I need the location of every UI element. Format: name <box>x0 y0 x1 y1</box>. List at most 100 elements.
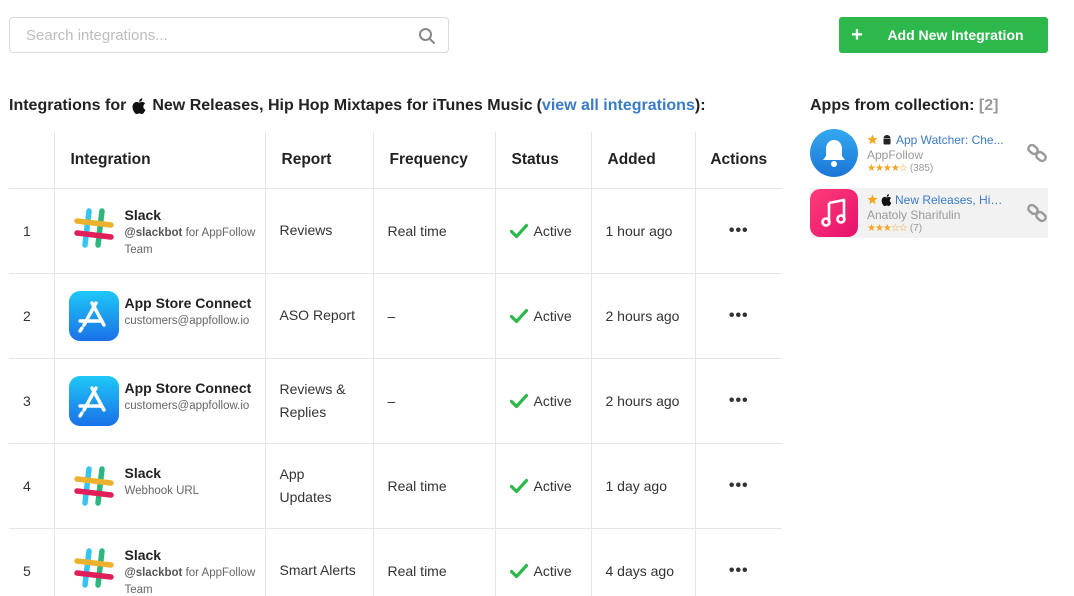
section-title-prefix: Integrations for <box>9 97 127 114</box>
link-icon[interactable] <box>1026 202 1048 224</box>
status-text: Active <box>533 562 572 579</box>
actions-menu-button[interactable]: ••• <box>694 273 782 359</box>
report-text: App Updates <box>279 465 332 505</box>
integration-subtitle: customers@appfollow.io <box>125 398 252 415</box>
status-cell: Active <box>494 358 591 444</box>
integration-subtitle-text: customers@appfollow.io <box>124 399 250 412</box>
app-developer: Anatoly Sharifulin <box>867 207 961 222</box>
frequency-cell: Real time <box>372 528 495 596</box>
report-cell: App Updates <box>264 443 373 529</box>
rating-count: (385) <box>909 162 934 174</box>
added-cell: 2 hours ago <box>590 358 695 444</box>
integration-name: Slack <box>124 206 162 223</box>
check-icon <box>509 223 528 238</box>
added-cell: 1 hour ago <box>590 188 695 274</box>
check-icon <box>509 478 528 493</box>
row-number: 4 <box>9 443 54 529</box>
actions-menu-button[interactable]: ••• <box>694 188 782 274</box>
app-developer: AppFollow <box>867 147 924 162</box>
app-name-link[interactable]: New Releases, Hip ... <box>895 193 1005 207</box>
report-text: Reviews <box>279 222 333 238</box>
header-status: Status <box>494 132 591 189</box>
favorite-star-icon <box>867 194 878 205</box>
report-cell: Smart Alerts <box>264 528 373 596</box>
app-store-logo <box>68 290 119 341</box>
check-icon <box>509 393 528 408</box>
header-report: Report <box>264 132 373 189</box>
header-integration: Integration <box>53 132 265 189</box>
integration-cell: App Store Connect customers@appfollow.io <box>53 358 265 444</box>
row-number: 1 <box>9 188 54 274</box>
bell-app-icon <box>810 129 858 177</box>
collection-app-card[interactable]: New Releases, Hip ... Anatoly Sharifulin… <box>810 188 1048 238</box>
integration-name: Slack <box>124 546 162 563</box>
table-header-row: Integration Report Frequency Status Adde… <box>9 132 782 189</box>
integration-subtitle-bold: @slackbot <box>124 566 183 579</box>
section-app-name: New Releases, Hip Hop Mixtapes for iTune… <box>152 97 533 114</box>
integration-name: Slack <box>124 464 162 481</box>
row-number: 5 <box>9 528 54 596</box>
header-actions: Actions <box>694 132 782 189</box>
app-rating: ★★★★☆ (385) <box>867 163 1022 174</box>
integrations-table: Integration Report Frequency Status Adde… <box>9 132 782 596</box>
integration-cell: Slack Webhook URL <box>53 443 265 529</box>
report-cell: Reviews & Replies <box>264 358 373 444</box>
integration-subtitle: Webhook URL <box>125 483 200 500</box>
actions-menu-button[interactable]: ••• <box>694 443 782 529</box>
rating-count: (7) <box>909 222 923 234</box>
collection-title-text: Apps from collection: <box>810 97 975 114</box>
table-row: 2 App Store Connect customers@appfollow.… <box>9 273 782 359</box>
add-new-integration-button[interactable]: + Add New Integration <box>839 17 1048 53</box>
add-new-integration-label: Add New Integration <box>887 27 1024 43</box>
status-cell: Active <box>494 188 591 274</box>
integration-subtitle-text: customers@appfollow.io <box>124 314 250 327</box>
actions-menu-button[interactable]: ••• <box>694 528 782 596</box>
app-store-logo <box>68 375 119 426</box>
frequency-cell: – <box>372 273 495 359</box>
collection-app-card[interactable]: App Watcher: Che... AppFollow ★★★★☆ (385… <box>810 128 1048 178</box>
status-text: Active <box>533 392 572 409</box>
slack-logo <box>69 461 119 511</box>
integration-subtitle: @slackbot for AppFollow Team <box>125 225 265 259</box>
integration-subtitle: @slackbot for AppFollow Team <box>125 565 265 596</box>
plus-icon: + <box>851 23 863 46</box>
report-cell: ASO Report <box>264 273 373 359</box>
collection-title: Apps from collection: [2] <box>810 97 998 115</box>
link-icon[interactable] <box>1026 142 1048 164</box>
added-cell: 4 days ago <box>590 528 695 596</box>
added-cell: 1 day ago <box>590 443 695 529</box>
added-cell: 2 hours ago <box>590 273 695 359</box>
integration-subtitle: customers@appfollow.io <box>125 313 252 330</box>
search-icon[interactable] <box>418 27 436 45</box>
search-box[interactable] <box>9 17 449 53</box>
android-icon <box>883 134 891 144</box>
view-all-integrations-link[interactable]: view all integrations <box>542 97 695 115</box>
table-row: 1 Slack @slackbot for AppFollow Team Rev… <box>9 188 782 274</box>
actions-menu-button[interactable]: ••• <box>694 358 782 444</box>
rating-stars: ★★★★☆ <box>867 162 908 174</box>
report-text: ASO Report <box>279 307 355 323</box>
status-text: Active <box>533 477 572 494</box>
row-number: 3 <box>9 358 54 444</box>
integration-cell: Slack @slackbot for AppFollow Team <box>53 528 265 596</box>
row-number: 2 <box>9 273 54 359</box>
collection-count: [2] <box>978 97 999 114</box>
integration-name: App Store Connect <box>124 294 252 311</box>
check-icon <box>509 308 528 323</box>
table-row: 4 Slack Webhook URL App Updates Real tim… <box>9 443 782 529</box>
app-rating: ★★★☆☆ (7) <box>867 223 1022 234</box>
integration-cell: App Store Connect customers@appfollow.io <box>53 273 265 359</box>
frequency-cell: – <box>372 358 495 444</box>
search-input[interactable] <box>10 18 400 52</box>
rating-stars: ★★★☆☆ <box>867 222 908 234</box>
status-cell: Active <box>494 443 591 529</box>
music-app-icon <box>810 189 858 237</box>
status-text: Active <box>533 222 572 239</box>
table-row: 3 App Store Connect customers@appfollow.… <box>9 358 782 444</box>
apple-icon <box>132 98 146 114</box>
report-cell: Reviews <box>264 188 373 274</box>
integration-subtitle-text: Webhook URL <box>124 484 200 497</box>
app-name-link[interactable]: App Watcher: Che... <box>896 133 1004 147</box>
table-row: 5 Slack @slackbot for AppFollow Team Sma… <box>9 528 782 596</box>
slack-logo <box>69 543 119 593</box>
